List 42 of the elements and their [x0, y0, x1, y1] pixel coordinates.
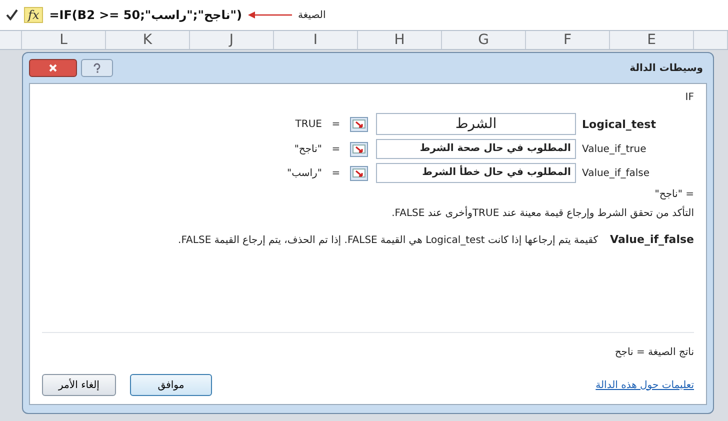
argument-label: Value_if_true	[582, 144, 648, 154]
argument-name: Value_if_false	[610, 233, 694, 248]
arrow-icon	[248, 11, 292, 19]
column-header[interactable]: I	[274, 31, 358, 49]
collapse-icon[interactable]	[350, 142, 368, 156]
function-description: التأكد من تحقق الشرط وإرجاع قيمة معينة عند TRUEوأخرى عند FALSE.	[42, 208, 694, 219]
dialog-title: وسيطات الدالة	[630, 62, 704, 74]
column-header[interactable]: L	[22, 31, 106, 49]
equals-sign: =	[330, 118, 342, 130]
column-header[interactable]: G	[442, 31, 526, 49]
column-header[interactable]: F	[526, 31, 610, 49]
help-icon	[93, 63, 101, 73]
column-header[interactable]: H	[358, 31, 442, 49]
argument-label: Logical_test	[582, 118, 657, 130]
input-field[interactable]: المطلوب في حال خطأ الشرط	[376, 163, 576, 183]
collapse-icon[interactable]	[350, 166, 368, 180]
equals-sign: =	[330, 168, 342, 178]
close-button[interactable]	[29, 59, 77, 77]
function-name: IF	[684, 92, 694, 103]
argument-result: "راسب"	[286, 168, 322, 178]
argument-description: كقيمة يتم إرجاعها إذا كانت Logical_test هي القيمة FALSE. إذا تم الحذف، يتم إرجاع القيمة FALSE.	[178, 234, 598, 248]
column-header[interactable]: K	[106, 31, 190, 49]
input-field[interactable]: الشرط	[376, 113, 576, 135]
argument-result: "ناجح"	[293, 144, 322, 154]
close-icon	[49, 64, 57, 72]
insert-function-button[interactable]: fx	[24, 7, 44, 23]
argument-label: Value_if_false	[582, 168, 651, 178]
annotation-label: الصيغة	[298, 10, 326, 20]
cancel-button[interactable]: إلغاء الأمر	[42, 374, 116, 396]
help-link[interactable]: تعليمات حول هذه الدالة	[596, 380, 694, 390]
input-field[interactable]: المطلوب في حال صحة الشرط	[376, 139, 576, 159]
help-button[interactable]	[81, 59, 113, 77]
collapse-icon[interactable]	[350, 116, 368, 132]
function-result: "ناجح" =	[654, 189, 694, 200]
column-header[interactable]: E	[610, 31, 694, 49]
formula-text: =IF(B2 >= 50;"ناجح";"راسب")	[49, 8, 242, 22]
ok-button[interactable]: موافق	[130, 374, 212, 396]
argument-result: TRUE	[294, 118, 322, 130]
equals-sign: =	[330, 144, 342, 154]
check-icon[interactable]	[6, 9, 18, 21]
formula-result: ناتج الصيغة = ناجح	[614, 347, 694, 358]
column-header[interactable]: J	[190, 31, 274, 49]
